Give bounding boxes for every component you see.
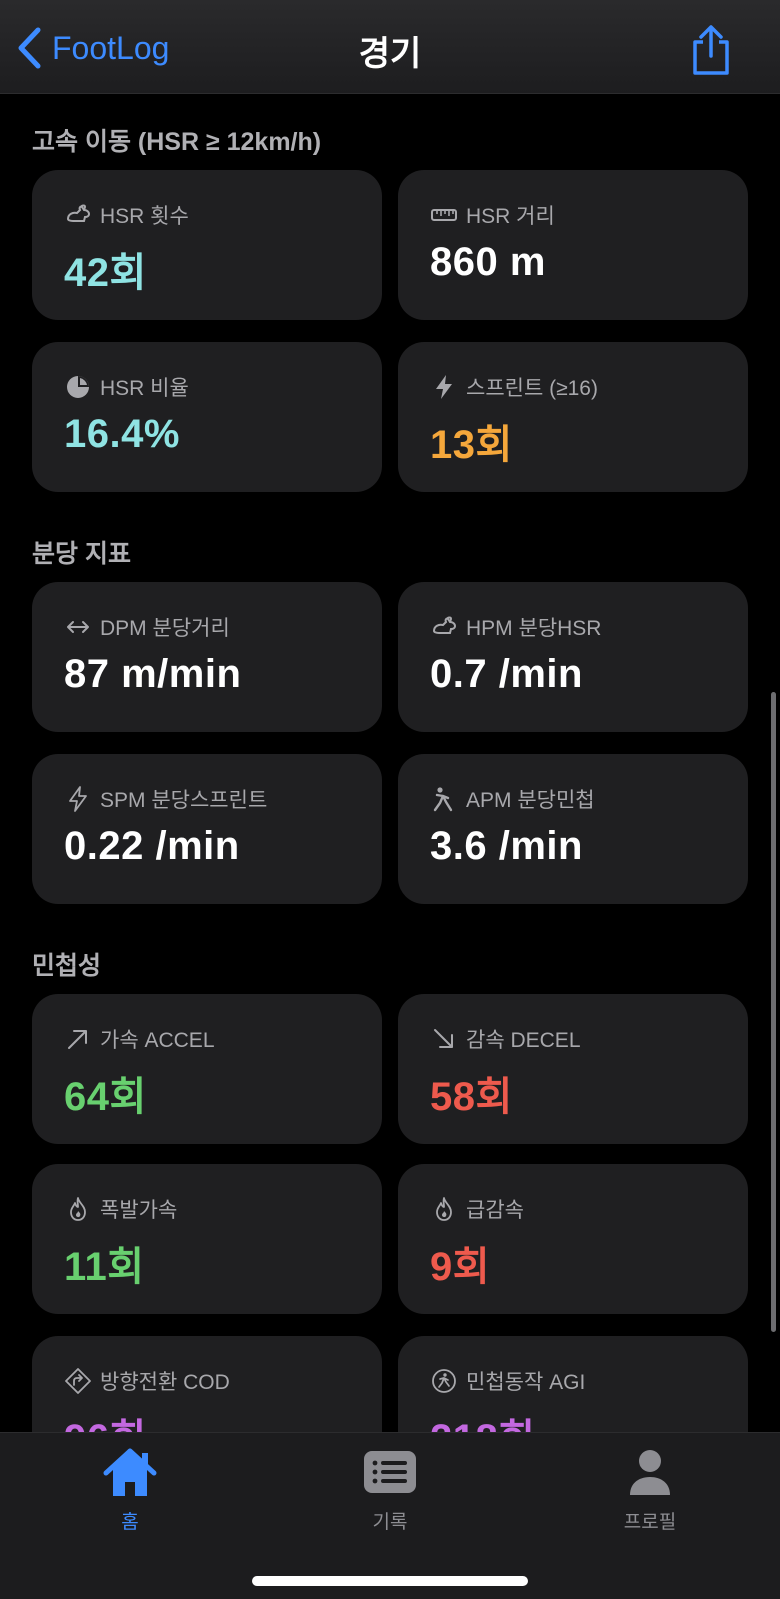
card-label: HSR 횟수 [100,205,189,228]
tab-bar: 홈 기록 프로필 [0,1432,780,1599]
card-value: 860 m [430,240,546,284]
card-value: 58회 [430,1075,513,1119]
bolt-icon [69,786,87,812]
card-label: SPM 분당스프린트 [100,789,268,812]
home-indicator[interactable] [252,1576,528,1586]
card-label: 방향전환 COD [100,1371,230,1394]
card-value: 87 m/min [64,652,242,696]
card-agi[interactable]: 민첩동작 AGI 218회 [398,1336,748,1432]
card-label: 급감속 [466,1199,524,1222]
card-value: 0.7 /min [430,652,583,696]
share-icon[interactable] [690,24,732,76]
card-label: 폭발가속 [100,1199,178,1222]
tab-records-label: 기록 [372,1512,408,1533]
card-apm[interactable]: APM 분당민첩 3.6 /min [398,754,748,904]
card-accel[interactable]: 가속 ACCEL 64회 [32,994,382,1144]
card-label: HSR 비율 [100,377,189,400]
card-hsr-ratio[interactable]: HSR 비율 16.4% [32,342,382,492]
navigation-bar: FootLog 경기 [0,0,780,94]
card-value: 11회 [64,1245,145,1289]
page-title: 경기 [358,35,422,73]
card-value: 9회 [430,1245,491,1289]
card-label: 민첩동작 AGI [466,1371,586,1394]
flame-icon [70,1197,86,1221]
card-hard-decel[interactable]: 급감속 9회 [398,1164,748,1314]
person-icon [630,1450,670,1495]
card-decel[interactable]: 감속 DECEL 58회 [398,994,748,1144]
direction-sign-icon [65,1368,91,1394]
tab-home-label: 홈 [121,1512,139,1533]
tab-profile[interactable]: 프로필 [590,1447,710,1534]
stats-scroll-view[interactable]: 고속 이동 (HSR ≥ 12km/h) HSR 횟수 42회 HSR 거리 8… [0,94,780,1432]
card-hsr-count[interactable]: HSR 횟수 42회 [32,170,382,320]
pie-chart-icon [67,376,89,398]
tab-profile-label: 프로필 [623,1512,677,1533]
section-title-hsr: 고속 이동 (HSR ≥ 12km/h) [32,128,322,156]
card-value: 13회 [430,423,513,467]
runner-icon [433,787,453,812]
card-hsr-distance[interactable]: HSR 거리 860 m [398,170,748,320]
card-value: 42회 [64,251,147,295]
card-label: HSR 거리 [466,205,555,228]
tab-records[interactable]: 기록 [330,1447,450,1534]
card-dpm[interactable]: DPM 분당거리 87 m/min [32,582,382,732]
flame-icon [436,1197,452,1221]
rabbit-icon [66,204,91,222]
card-label: 가속 ACCEL [100,1029,215,1052]
card-sprint[interactable]: 스프린트 (≥16) 13회 [398,342,748,492]
card-value: 0.22 /min [64,824,240,868]
tab-home[interactable]: 홈 [70,1447,190,1534]
scrollbar[interactable] [771,692,776,1332]
card-spm[interactable]: SPM 분당스프린트 0.22 /min [32,754,382,904]
list-icon [364,1451,416,1493]
card-label: APM 분당민첩 [466,789,595,812]
card-label: DPM 분당거리 [100,617,230,640]
section-title-agility: 민첩성 [32,952,102,980]
card-label: 감속 DECEL [466,1029,581,1052]
section-title-per-minute: 분당 지표 [32,540,131,568]
ruler-icon [431,209,457,221]
house-icon [103,1448,157,1496]
card-cod[interactable]: 방향전환 COD 96회 [32,1336,382,1432]
card-label: HPM 분당HSR [466,617,602,640]
arrow-down-right-icon [434,1029,453,1048]
card-burst-accel[interactable]: 폭발가속 11회 [32,1164,382,1314]
running-circle-icon [432,1369,456,1393]
card-hpm[interactable]: HPM 분당HSR 0.7 /min [398,582,748,732]
bolt-icon [436,375,452,399]
arrow-up-right-icon [68,1030,87,1049]
card-value: 3.6 /min [430,824,583,868]
card-label: 스프린트 (≥16) [466,377,598,400]
arrows-horizontal-icon [67,621,89,633]
card-value: 16.4% [64,412,180,456]
card-value: 64회 [64,1075,147,1119]
card-value: 96회 [64,1406,147,1432]
card-value: 218회 [430,1406,536,1432]
rabbit-icon [432,616,457,634]
